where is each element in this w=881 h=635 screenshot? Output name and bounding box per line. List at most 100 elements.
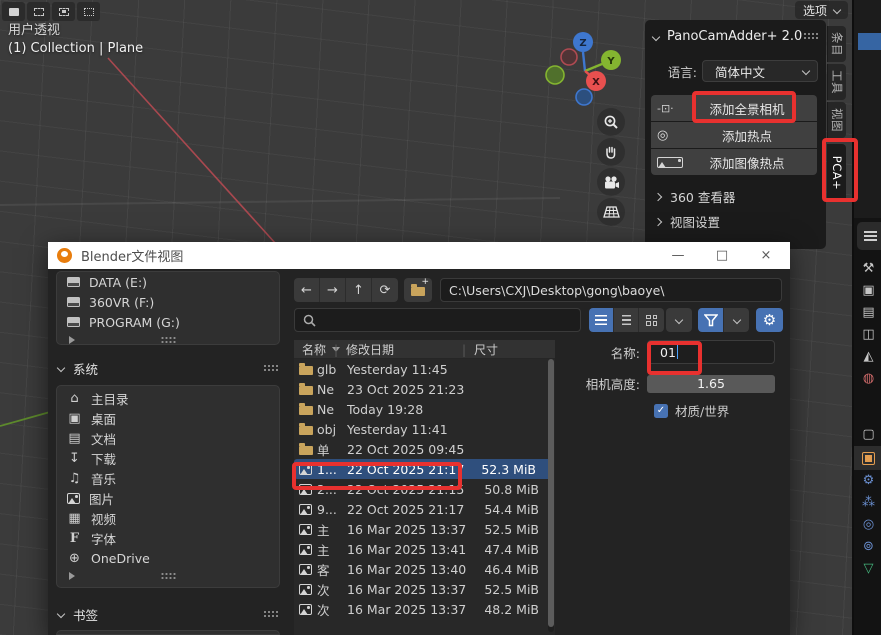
- filter-funnel-icon[interactable]: [698, 308, 724, 332]
- scene-icon[interactable]: ◭: [854, 346, 881, 366]
- file-row[interactable]: 主16 Mar 2025 13:3752.5 MiB: [294, 519, 555, 539]
- physics-icon[interactable]: ◎: [854, 514, 881, 534]
- volume-item[interactable]: PROGRAM (G:): [57, 312, 279, 332]
- back-icon[interactable]: ←: [294, 278, 320, 302]
- download-icon: ↧: [67, 451, 82, 466]
- view-layer-icon[interactable]: ◫: [854, 324, 881, 344]
- system-item-desktop[interactable]: ▣桌面: [57, 408, 279, 428]
- camera-height-slider[interactable]: 1.65: [647, 375, 775, 393]
- system-item-fonts[interactable]: F字体: [57, 528, 279, 548]
- system-item-music[interactable]: ♫音乐: [57, 468, 279, 488]
- system-item-pictures[interactable]: 图片: [57, 488, 279, 508]
- panel-button-pano-camera[interactable]: -⊡·添加全景相机: [651, 95, 817, 121]
- bookmarks-section-header[interactable]: 书签: [58, 605, 280, 623]
- language-select[interactable]: 简体中文: [702, 60, 818, 82]
- panel-button-image-hotspot[interactable]: 添加图像热点: [651, 149, 817, 175]
- file-row[interactable]: 2...22 Oct 2025 21:1550.8 MiB: [294, 479, 555, 499]
- constraints-icon[interactable]: ⊚: [854, 536, 881, 556]
- display-settings-dropdown[interactable]: [666, 308, 692, 332]
- sidebar-tab-工具[interactable]: 工具: [827, 64, 846, 100]
- thumbnail-grid-icon[interactable]: [639, 308, 664, 332]
- minimize-button[interactable]: —: [658, 242, 698, 269]
- volume-item[interactable]: DATA (E:): [57, 272, 279, 292]
- forward-icon[interactable]: →: [320, 278, 346, 302]
- filter-dropdown[interactable]: [724, 308, 749, 332]
- volume-item[interactable]: 360VR (F:): [57, 292, 279, 312]
- detail-list-icon[interactable]: [614, 308, 639, 332]
- panel-button-hotspot[interactable]: ◎添加热点: [651, 122, 817, 148]
- panel-section-0[interactable]: 360 查看器: [655, 184, 815, 209]
- modifier-icon[interactable]: ⚙: [854, 470, 881, 490]
- pan-hand-icon[interactable]: [597, 138, 625, 166]
- close-button[interactable]: ×: [746, 242, 786, 269]
- camera-view-icon[interactable]: [597, 168, 625, 196]
- render-icon[interactable]: ▣: [854, 280, 881, 300]
- disk-icon: [67, 317, 80, 327]
- properties-editor-icon[interactable]: [857, 222, 881, 250]
- dialog-titlebar[interactable]: Blender文件视图 — □ ×: [48, 242, 790, 269]
- svg-text:Z: Z: [579, 38, 586, 49]
- resize-grip[interactable]: [161, 336, 176, 344]
- file-row[interactable]: Ne23 Oct 2025 21:23: [294, 379, 555, 399]
- panel-section-1[interactable]: 视图设置: [655, 209, 815, 234]
- file-row[interactable]: NeToday 19:28: [294, 399, 555, 419]
- resize-grip[interactable]: [161, 572, 176, 580]
- expand-arrow-icon[interactable]: [69, 572, 75, 580]
- system-item-video[interactable]: ▦视频: [57, 508, 279, 528]
- collection-icon[interactable]: ▢: [854, 424, 881, 444]
- new-folder-icon[interactable]: +: [404, 278, 432, 302]
- file-row[interactable]: 次16 Mar 2025 13:3752.5 MiB: [294, 579, 555, 599]
- tweak-select-icon[interactable]: [2, 2, 25, 21]
- output-icon[interactable]: ▤: [854, 302, 881, 322]
- system-item-onedrive[interactable]: ⊕OneDrive: [57, 548, 279, 568]
- file-row[interactable]: 主16 Mar 2025 13:4147.4 MiB: [294, 539, 555, 559]
- search-input[interactable]: [294, 308, 581, 332]
- system-item-download[interactable]: ↧下载: [57, 448, 279, 468]
- options-button[interactable]: 选项: [795, 1, 848, 19]
- settings-gear-icon[interactable]: ⚙: [756, 308, 783, 332]
- object-data-icon[interactable]: ▽: [854, 558, 881, 578]
- object-icon[interactable]: [854, 446, 881, 470]
- sidebar-tab-pca+[interactable]: PCA+: [827, 144, 846, 202]
- box-select-add-icon[interactable]: [52, 2, 75, 21]
- column-name[interactable]: 名称: [302, 341, 326, 358]
- file-row[interactable]: objYesterday 11:41: [294, 419, 555, 439]
- grid-ortho-icon[interactable]: [597, 198, 625, 226]
- outliner-selected-item[interactable]: [858, 33, 881, 50]
- material-world-checkbox[interactable]: ✓: [654, 404, 668, 418]
- file-row[interactable]: glbYesterday 11:45: [294, 359, 555, 379]
- expand-arrow-icon[interactable]: [69, 336, 75, 344]
- system-item-documents[interactable]: ▤文档: [57, 428, 279, 448]
- file-row[interactable]: 客16 Mar 2025 13:4046.4 MiB: [294, 559, 555, 579]
- column-size[interactable]: 尺寸: [474, 341, 498, 358]
- panel-drag-grip[interactable]: [803, 32, 818, 40]
- path-field[interactable]: C:\Users\CXJ\Desktop\gong\baoye\: [440, 278, 782, 302]
- particles-icon[interactable]: ⁂: [854, 492, 881, 512]
- refresh-icon[interactable]: ⟳: [372, 278, 398, 302]
- filename-input[interactable]: 01: [647, 340, 775, 364]
- file-list-scrollbar[interactable]: [548, 359, 554, 632]
- image-file-icon: [299, 524, 312, 535]
- sidebar-tab-视图[interactable]: 视图: [827, 102, 846, 138]
- box-select-icon[interactable]: [27, 2, 50, 21]
- column-date[interactable]: 修改日期: [346, 341, 394, 358]
- sidebar-tab-条目[interactable]: 条目: [827, 26, 846, 62]
- maximize-button[interactable]: □: [702, 242, 742, 269]
- system-item-home[interactable]: ⌂主目录: [57, 388, 279, 408]
- sidebar-tab-label: PCA+: [830, 156, 844, 190]
- zoom-icon[interactable]: [597, 108, 625, 136]
- world-icon[interactable]: ◍: [854, 368, 881, 388]
- panel-collapse-icon[interactable]: [652, 32, 660, 40]
- up-icon[interactable]: ↑: [346, 278, 372, 302]
- file-row[interactable]: 1...22 Oct 2025 21:1752.3 MiB: [294, 459, 552, 479]
- tool-icon[interactable]: ⚒: [854, 258, 881, 278]
- file-date: 22 Oct 2025 21:17: [347, 462, 481, 477]
- file-row[interactable]: 9...22 Oct 2025 21:1754.4 MiB: [294, 499, 555, 519]
- lasso-select-icon[interactable]: [77, 2, 100, 21]
- system-section-header[interactable]: 系统: [58, 359, 280, 377]
- vertical-list-icon[interactable]: [589, 308, 614, 332]
- navigation-gizmo[interactable]: Z Y X: [539, 26, 631, 110]
- file-row[interactable]: 单22 Oct 2025 09:45: [294, 439, 555, 459]
- chevron-down-icon: [57, 610, 65, 618]
- file-row[interactable]: 次16 Mar 2025 13:3748.2 MiB: [294, 599, 555, 619]
